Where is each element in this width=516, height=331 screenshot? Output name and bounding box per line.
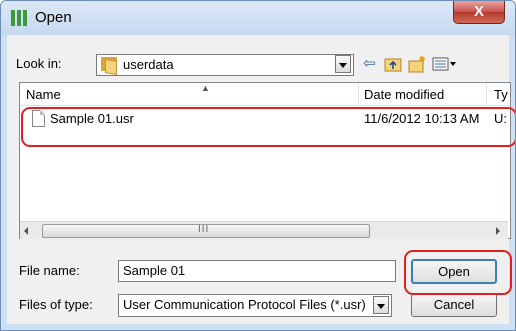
folder-icon	[101, 57, 119, 76]
look-in-dropdown-button[interactable]	[335, 55, 351, 73]
scroll-grip: III	[198, 224, 210, 235]
scroll-right-icon[interactable]	[496, 227, 500, 235]
view-menu-icon[interactable]	[432, 54, 458, 74]
back-arrow-icon[interactable]: ⇦	[363, 54, 376, 74]
column-date-modified[interactable]: Date modified	[364, 87, 444, 102]
file-type-select[interactable]: User Communication Protocol Files (*.usr…	[118, 294, 392, 317]
file-row-highlight	[21, 107, 515, 147]
look-in-combo[interactable]: userdata	[96, 54, 354, 76]
column-divider[interactable]	[486, 83, 487, 105]
file-type-label: Files of type:	[19, 297, 93, 312]
look-in-label: Look in:	[16, 56, 62, 71]
new-folder-icon[interactable]	[407, 54, 427, 74]
open-dialog: Open X Look in: userdata ⇦ Name ▲ Date m…	[0, 0, 516, 331]
close-button[interactable]: X	[453, 1, 505, 24]
file-type-value: User Communication Protocol Files (*.usr…	[123, 297, 366, 312]
file-name-value: Sample 01	[123, 263, 186, 278]
file-list[interactable]: Name ▲ Date modified Ty Sample 01.usr 11…	[19, 82, 511, 239]
up-folder-icon[interactable]	[384, 54, 402, 74]
column-divider[interactable]	[358, 83, 359, 105]
column-type[interactable]: Ty	[494, 87, 508, 102]
column-name[interactable]: Name	[26, 87, 61, 102]
cancel-button[interactable]: Cancel	[411, 293, 497, 317]
file-name-label: File name:	[19, 263, 80, 278]
look-in-value: userdata	[123, 57, 174, 72]
horizontal-scrollbar[interactable]: III	[20, 221, 508, 239]
scrollbar-thumb[interactable]: III	[42, 224, 370, 238]
list-header: Name ▲ Date modified Ty	[20, 83, 510, 106]
window-title: Open	[35, 9, 72, 26]
scroll-left-icon[interactable]	[24, 227, 28, 235]
sort-ascending-icon: ▲	[201, 83, 210, 93]
open-button-highlight	[404, 250, 512, 295]
title-bar[interactable]: Open X	[1, 1, 515, 35]
file-name-input[interactable]: Sample 01	[118, 260, 396, 282]
app-icon	[11, 10, 29, 26]
file-type-dropdown-button[interactable]	[373, 296, 389, 314]
